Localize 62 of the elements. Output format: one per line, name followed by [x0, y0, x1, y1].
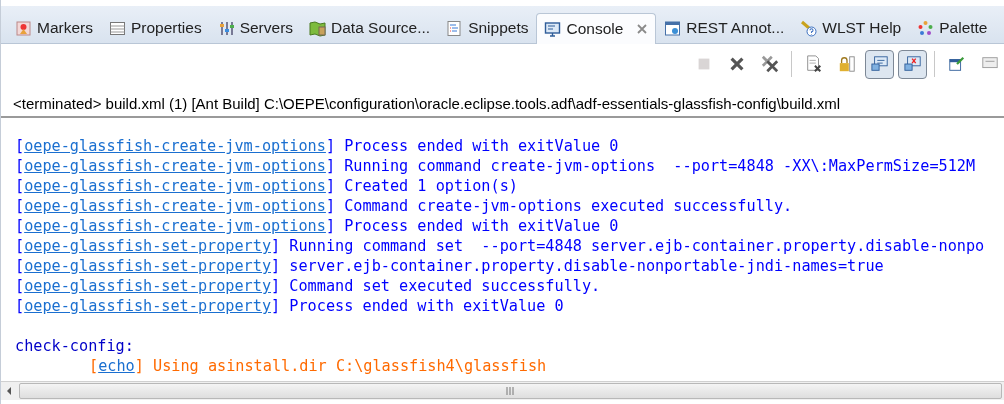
bracket: [: [15, 256, 25, 276]
help-icon: [800, 19, 818, 37]
map-icon: [309, 19, 327, 37]
console-output: ] Command create-jvm-options executed successfully.: [325, 196, 793, 216]
sliders-icon: [217, 19, 235, 37]
markers-icon: [15, 19, 32, 37]
task-link[interactable]: oepe-glassfish-set-property: [24, 296, 272, 316]
view-tab[interactable]: REST Annot...: [656, 12, 793, 43]
pin-icon: [947, 55, 966, 73]
console-output: ] Process ended with exitValue 0: [325, 136, 619, 156]
bracket: [: [15, 136, 25, 156]
monitor-icon: [870, 55, 889, 73]
bracket: [: [15, 236, 25, 256]
bracket: [: [15, 296, 25, 316]
task-link[interactable]: oepe-glassfish-create-jvm-options: [24, 156, 326, 176]
grip-icon: [506, 387, 515, 395]
console-output: ] Running command set --port=4848 server.ejb-container.property.disable-nonpo: [271, 236, 985, 256]
console-output: ] Command set executed successfully.: [271, 276, 601, 296]
bracket: [: [15, 176, 25, 196]
task-link[interactable]: echo: [98, 356, 135, 376]
task-link[interactable]: oepe-glassfish-set-property: [24, 276, 272, 296]
view-tab[interactable]: Servers: [209, 12, 302, 43]
task-link[interactable]: oepe-glassfish-create-jvm-options: [24, 176, 326, 196]
close-icon[interactable]: [636, 23, 649, 35]
document-x-icon: [804, 55, 823, 73]
task-link[interactable]: oepe-glassfish-set-property: [24, 256, 272, 276]
bracket: [: [15, 196, 25, 216]
bracket: [: [15, 276, 25, 296]
view-tab[interactable]: Data Source...: [301, 12, 439, 43]
task-link[interactable]: oepe-glassfish-create-jvm-options: [24, 216, 326, 236]
console-output: ] Process ended with exitValue 0: [271, 296, 564, 316]
bracket: [: [15, 156, 25, 176]
console-output: ] server.ejb-container.property.disable-nonportable-jndi-names=true: [271, 256, 884, 276]
view-tab[interactable]: Markers: [7, 12, 101, 43]
monitor-icon: [544, 20, 562, 38]
monitor-error-icon: [903, 55, 922, 73]
toolbar-button[interactable]: [898, 49, 927, 79]
console-output: ] Created 1 option(s): [325, 176, 518, 196]
lock-icon: [837, 55, 856, 73]
scrollbar-thumb[interactable]: [19, 383, 1002, 399]
task-link[interactable]: oepe-glassfish-create-jvm-options: [24, 196, 326, 216]
bracket: [: [15, 216, 25, 236]
window-icon: [664, 19, 682, 37]
target-name: check-config:: [15, 336, 134, 356]
console-output: ] Process ended with exitValue 0: [325, 216, 619, 236]
view-tab[interactable]: Snippets: [438, 12, 537, 43]
task-link[interactable]: oepe-glassfish-set-property: [24, 236, 272, 256]
bracket: [: [89, 356, 99, 376]
view-tab[interactable]: Properties: [101, 12, 210, 43]
double-x-icon: [760, 55, 779, 73]
view-tab[interactable]: WLST Help: [792, 12, 910, 43]
console-output: ] Using asinstall.dir C:\glassfish4\glassfish: [134, 356, 547, 376]
console-output: ] Running command create-jvm-options --port=4848 -XX\:MaxPermSize=512M: [325, 156, 976, 176]
horizontal-scrollbar[interactable]: [1, 381, 1004, 400]
task-link[interactable]: oepe-glassfish-create-jvm-options: [24, 136, 326, 156]
view-tab[interactable]: Palette: [909, 12, 996, 43]
palette-icon: [917, 19, 935, 37]
view-tab[interactable]: Console: [536, 13, 657, 44]
console-title: <terminated> build.xml (1) [Ant Build] C:\OEPE\configuration\oracle.eclipse.tools.adf\adf-essentials-glassfish-config\build.xml: [1, 84, 1004, 118]
table-icon: [109, 19, 126, 37]
toolbar-button[interactable]: [865, 49, 894, 79]
document-icon: [446, 19, 464, 37]
